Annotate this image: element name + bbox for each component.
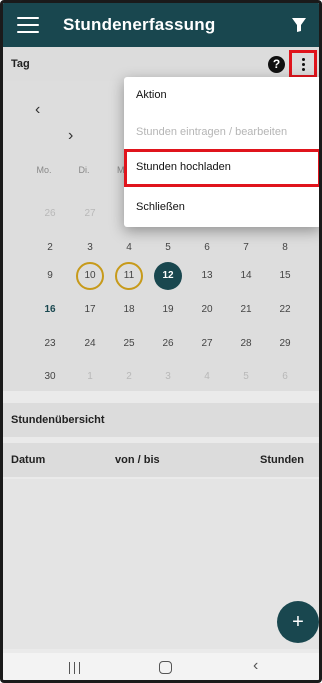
calendar-day[interactable]: 15 xyxy=(271,262,299,290)
calendar-day[interactable]: 14 xyxy=(232,262,260,290)
calendar-day[interactable]: 30 xyxy=(36,363,64,391)
menu-item-close[interactable]: Schließen xyxy=(124,189,319,227)
column-date: Datum xyxy=(11,454,46,466)
more-options-icon[interactable] xyxy=(289,50,317,78)
calendar-day[interactable]: 2 xyxy=(115,363,143,391)
summary-title: Stundenübersicht xyxy=(11,414,105,426)
column-range: von / bis xyxy=(115,454,160,466)
recent-apps-icon[interactable] xyxy=(69,662,80,674)
calendar-day[interactable]: 27 xyxy=(76,200,104,228)
calendar-day[interactable]: 3 xyxy=(76,234,104,262)
calendar-day[interactable]: 26 xyxy=(36,200,64,228)
menu-item-label: Stunden hochladen xyxy=(136,161,231,173)
calendar-day[interactable]: 27 xyxy=(193,330,221,358)
menu-item-upload-hours[interactable]: Stunden hochladen xyxy=(124,149,319,187)
hamburger-icon[interactable] xyxy=(17,17,39,33)
next-month-button[interactable]: › xyxy=(68,127,73,145)
summary-header: Stundenübersicht xyxy=(3,403,319,437)
calendar-day[interactable]: 10 xyxy=(76,262,104,290)
day-section-header: Tag ? xyxy=(3,47,319,81)
calendar-week: 30 1 2 3 4 5 6 xyxy=(3,360,319,394)
calendar-day[interactable]: 5 xyxy=(232,363,260,391)
calendar-day[interactable]: 8 xyxy=(271,234,299,262)
back-button[interactable]: ‹ xyxy=(253,657,258,675)
calendar-day[interactable]: 19 xyxy=(154,296,182,324)
menu-item-label: Schließen xyxy=(136,201,185,213)
calendar-day[interactable]: 4 xyxy=(193,363,221,391)
menu-item-label: Aktion xyxy=(136,89,167,101)
calendar-day[interactable]: 22 xyxy=(271,296,299,324)
calendar-day[interactable]: 12 xyxy=(154,262,182,290)
previous-month-button[interactable]: ‹ xyxy=(35,101,40,119)
calendar-day[interactable]: 26 xyxy=(154,330,182,358)
hours-list xyxy=(3,479,319,649)
calendar-day[interactable]: 24 xyxy=(76,330,104,358)
options-menu: Aktion Stunden eintragen / bearbeiten St… xyxy=(124,77,319,227)
weekday-label: Mo. xyxy=(36,165,52,175)
calendar-day[interactable]: 17 xyxy=(76,296,104,324)
calendar-day[interactable]: 28 xyxy=(232,330,260,358)
help-icon[interactable]: ? xyxy=(268,56,285,73)
calendar-day[interactable]: 6 xyxy=(193,234,221,262)
calendar-day[interactable]: 25 xyxy=(115,330,143,358)
calendar-day[interactable]: 29 xyxy=(271,330,299,358)
calendar-day[interactable]: 1 xyxy=(76,363,104,391)
weekday-label: Di. xyxy=(78,165,90,175)
calendar-day[interactable]: 2 xyxy=(36,234,64,262)
app-bar: Stundenerfassung xyxy=(3,3,319,47)
calendar-week: 16 17 18 19 20 21 22 xyxy=(3,293,319,327)
calendar-day[interactable]: 18 xyxy=(115,296,143,324)
system-navigation-bar: ‹ xyxy=(3,653,319,680)
calendar-week: 23 24 25 26 27 28 29 xyxy=(3,327,319,361)
calendar-day[interactable]: 4 xyxy=(115,234,143,262)
filter-icon[interactable] xyxy=(291,17,307,33)
calendar-week: 9 10 11 12 13 14 15 xyxy=(3,259,319,293)
calendar-day[interactable]: 6 xyxy=(271,363,299,391)
calendar-day[interactable]: 5 xyxy=(154,234,182,262)
home-icon[interactable] xyxy=(159,661,172,674)
calendar-day[interactable]: 16 xyxy=(36,296,64,324)
calendar-day[interactable]: 20 xyxy=(193,296,221,324)
calendar-day[interactable]: 23 xyxy=(36,330,64,358)
menu-item-edit-hours: Stunden eintragen / bearbeiten xyxy=(124,114,319,152)
menu-item-action: Aktion xyxy=(124,77,319,115)
column-hours: Stunden xyxy=(260,454,304,466)
menu-item-label: Stunden eintragen / bearbeiten xyxy=(136,126,288,138)
add-entry-button[interactable]: + xyxy=(277,601,319,643)
calendar-day[interactable]: 11 xyxy=(115,262,143,290)
calendar-day[interactable]: 3 xyxy=(154,363,182,391)
day-section-label: Tag xyxy=(11,58,30,70)
calendar-day[interactable]: 9 xyxy=(36,262,64,290)
summary-columns: Datum von / bis Stunden xyxy=(3,443,319,477)
calendar-day[interactable]: 7 xyxy=(232,234,260,262)
app-title: Stundenerfassung xyxy=(63,15,216,34)
phone-screen: Stundenerfassung Tag ? ‹ › Mo.Di.Mi.Do.F… xyxy=(0,0,322,683)
calendar-day[interactable]: 21 xyxy=(232,296,260,324)
calendar-day[interactable]: 13 xyxy=(193,262,221,290)
